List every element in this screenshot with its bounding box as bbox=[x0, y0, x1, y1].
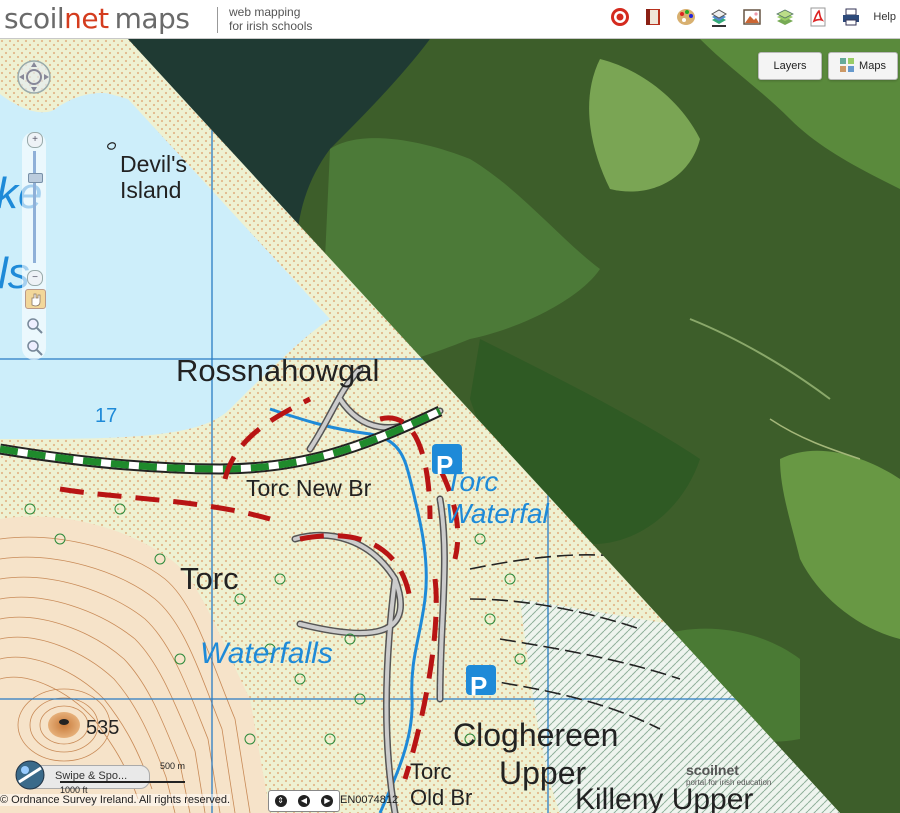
watermark-logo: scoilnet bbox=[686, 762, 739, 778]
app-tagline: web mapping for irish schools bbox=[229, 5, 312, 33]
swipe-tool-icon bbox=[13, 758, 47, 795]
bridge-label-torc-old: Torc Old Br bbox=[410, 759, 472, 811]
pan-hand-icon[interactable] bbox=[25, 289, 46, 309]
scale-label-metres: 500 m bbox=[160, 761, 186, 771]
watermark-tagline: portal for irish education bbox=[686, 778, 772, 787]
island-label-line2: Island bbox=[120, 177, 182, 203]
scoilnet-watermark: scoilnet portal for irish education bbox=[686, 762, 771, 787]
pdf-icon[interactable] bbox=[808, 7, 828, 27]
logo-maps-text: maps bbox=[114, 2, 190, 35]
waterfall-label-2: Waterfalls bbox=[200, 637, 333, 670]
app-logo[interactable]: scoilnet maps bbox=[4, 2, 190, 35]
map-viewport[interactable]: Devil's Island ke ls Rossnahowgal 17 Tor… bbox=[0, 39, 900, 813]
zoom-in-button[interactable]: + bbox=[27, 132, 43, 148]
spot-height-label: 535 bbox=[86, 717, 120, 739]
layers-button-label: Layers bbox=[773, 60, 807, 72]
grid-number-label: 17 bbox=[95, 405, 118, 427]
place-label-cloghereen: Cloghereen bbox=[453, 717, 619, 753]
island-label: Devil's Island bbox=[120, 151, 187, 203]
palette-icon[interactable] bbox=[676, 7, 696, 27]
pager-prev-button[interactable]: ◀ bbox=[297, 795, 310, 807]
logo-scoil-text: scoil bbox=[4, 2, 65, 35]
maps-button[interactable]: Maps bbox=[828, 52, 898, 80]
bridge-label-torc-old-line2: Old Br bbox=[410, 785, 473, 810]
pager-control: ⇕ ◀ ▶ bbox=[268, 790, 340, 812]
pager-next-button[interactable]: ▶ bbox=[321, 795, 334, 807]
toolbar: Help bbox=[597, 7, 896, 27]
island-label-line1: Devil's bbox=[120, 151, 188, 177]
waterfall-label-1: Torc Waterfal bbox=[445, 466, 549, 530]
layers-stack-icon[interactable] bbox=[709, 7, 729, 27]
waterfall-label-1-line1: Torc bbox=[445, 466, 499, 497]
maps-button-label: Maps bbox=[859, 60, 886, 72]
zoom-slider-track bbox=[33, 151, 36, 263]
header-divider bbox=[217, 7, 218, 33]
zoom-box-icon[interactable] bbox=[27, 318, 43, 339]
copyright-notice: © Ordnance Survey Ireland. All rights re… bbox=[0, 794, 231, 806]
place-label-rossnahowgal: Rossnahowgal bbox=[176, 353, 380, 388]
picture-icon[interactable] bbox=[742, 7, 762, 27]
map-stack-icon[interactable] bbox=[775, 7, 795, 27]
scale-bar bbox=[60, 781, 185, 783]
waterfall-label-1-line2: Waterfal bbox=[445, 498, 549, 529]
layers-button[interactable]: Layers bbox=[758, 52, 822, 80]
bridge-label-torc-old-line1: Torc bbox=[410, 759, 452, 784]
maps-grid-icon bbox=[840, 57, 855, 75]
pan-control[interactable] bbox=[16, 59, 52, 100]
logo-net-text: net bbox=[64, 2, 109, 35]
print-icon[interactable] bbox=[841, 7, 861, 27]
pager-toggle-button[interactable]: ⇕ bbox=[274, 795, 287, 807]
tagline-line1: web mapping bbox=[229, 5, 301, 19]
help-link[interactable]: Help bbox=[873, 11, 896, 23]
app-header: scoilnet maps web mapping for irish schoo… bbox=[0, 0, 900, 39]
book-icon[interactable] bbox=[643, 7, 663, 27]
licence-number: EN0074812 bbox=[340, 794, 399, 806]
zoom-out-button[interactable]: − bbox=[27, 270, 43, 286]
place-label-cloghereen-upper: Upper bbox=[499, 755, 587, 791]
target-icon[interactable] bbox=[610, 7, 630, 27]
bridge-label-torc-new: Torc New Br bbox=[246, 475, 372, 501]
parking-symbol-2: P bbox=[470, 671, 488, 701]
place-label-killeny-upper: Killeny Upper bbox=[575, 783, 754, 813]
zoom-slider-handle[interactable] bbox=[28, 173, 43, 183]
place-label-torc: Torc bbox=[180, 561, 239, 596]
tagline-line2: for irish schools bbox=[229, 19, 313, 33]
zoom-out-box-icon[interactable] bbox=[27, 340, 43, 361]
